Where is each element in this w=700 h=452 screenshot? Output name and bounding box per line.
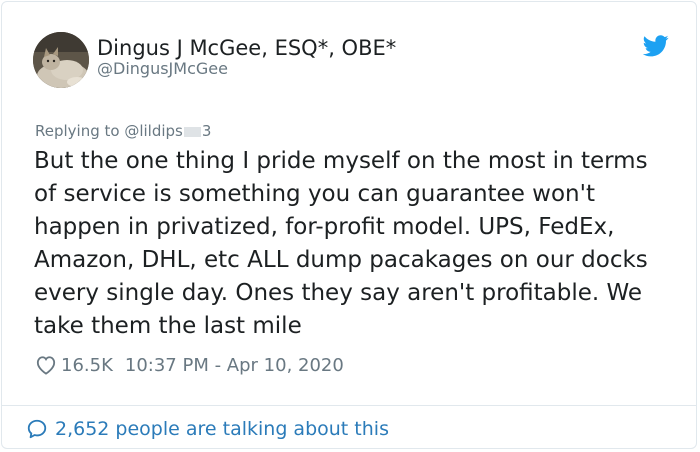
divider [2,405,696,406]
conversation-link[interactable]: 2,652 people are talking about this [26,416,389,442]
redaction-block [183,126,201,137]
cat-avatar-image [33,32,89,88]
user-handle[interactable]: @DingusJMcGee [97,59,228,79]
reply-prefix: Replying to [35,122,125,140]
reply-mention-start[interactable]: @lildips [124,122,183,140]
talking-label[interactable]: 2,652 people are talking about this [55,418,389,440]
like-count[interactable]: 16.5K [61,355,113,376]
twitter-bird-icon[interactable] [643,35,669,57]
speech-bubble-icon [27,419,47,439]
display-name[interactable]: Dingus J McGee, ESQ*, OBE* [97,35,396,61]
reply-context: Replying to @lildips 3 [35,122,211,140]
avatar[interactable] [33,32,89,88]
tweet-card: Dingus J McGee, ESQ*, OBE* @DingusJMcGee… [1,1,697,449]
timestamp[interactable]: 10:37 PM - Apr 10, 2020 [125,355,344,376]
heart-icon[interactable] [35,355,57,375]
tweet-meta: 16.5K 10:37 PM - Apr 10, 2020 [35,353,344,377]
reply-mention-end[interactable]: 3 [202,122,212,140]
tweet-text: But the one thing I pride myself on the … [34,148,648,339]
